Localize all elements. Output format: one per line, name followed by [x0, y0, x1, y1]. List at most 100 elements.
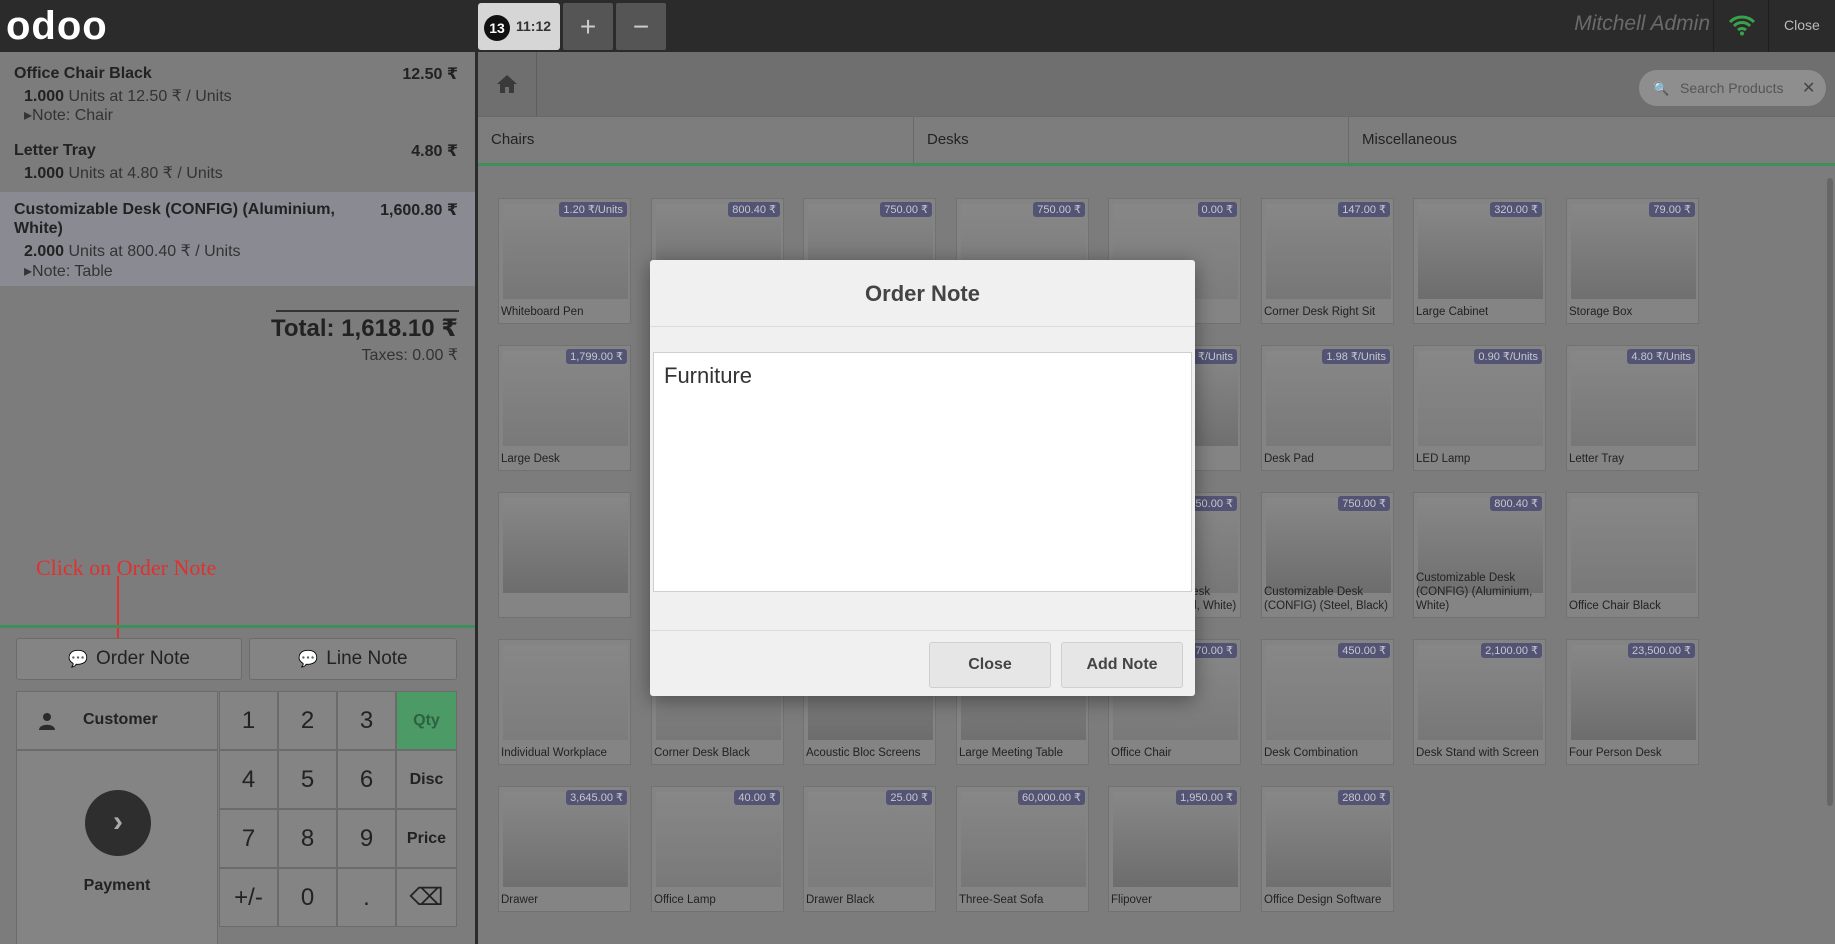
category-desks[interactable]: Desks — [914, 117, 1349, 163]
clear-search-icon[interactable]: ✕ — [1802, 78, 1815, 98]
category-miscellaneous[interactable]: Miscellaneous — [1349, 117, 1835, 163]
product-card[interactable]: 4.80 ₹/Units Letter Tray — [1566, 345, 1699, 471]
line-product-name: Customizable Desk (CONFIG) (Aluminium, W… — [14, 201, 335, 237]
product-card[interactable]: 60,000.00 ₹ Three-Seat Sofa — [956, 786, 1089, 912]
product-card[interactable]: 800.40 ₹ Customizable Desk (CONFIG) (Alum… — [1413, 492, 1546, 618]
add-note-button[interactable]: Add Note — [1061, 642, 1183, 688]
comment-icon: 💬 — [298, 651, 319, 668]
product-image — [961, 792, 1086, 887]
order-pane: Office Chair Black 12.50 ₹ 1.000 Units a… — [0, 52, 475, 944]
close-button[interactable]: Close — [929, 642, 1051, 688]
product-search[interactable]: 🔍 Search Products ✕ — [1639, 70, 1826, 106]
line-note-button[interactable]: 💬 Line Note — [249, 638, 457, 680]
backspace-icon[interactable]: ⌫ — [396, 868, 457, 927]
add-order-button[interactable]: + — [563, 3, 613, 50]
numpad-key-3[interactable]: 3 — [337, 691, 396, 750]
product-price-tag: 1.20 ₹/Units — [559, 202, 627, 217]
product-image — [1266, 351, 1391, 446]
product-card[interactable]: 40.00 ₹ Office Lamp — [651, 786, 784, 912]
product-card[interactable]: 1.20 ₹/Units Whiteboard Pen — [498, 198, 631, 324]
order-line-selected[interactable]: Customizable Desk (CONFIG) (Aluminium, W… — [0, 192, 475, 286]
product-card[interactable]: 79.00 ₹ Storage Box — [1566, 198, 1699, 324]
numpad-key-2[interactable]: 2 — [278, 691, 337, 750]
product-image — [1266, 204, 1391, 299]
product-card[interactable]: 25.00 ₹ Drawer Black — [803, 786, 936, 912]
product-image — [1266, 792, 1391, 887]
user-name[interactable]: Mitchell Admin — [1545, 12, 1710, 36]
product-price-tag: 3,645.00 ₹ — [566, 790, 627, 805]
product-name: Corner Desk Black — [654, 747, 750, 759]
product-price-tag: 40.00 ₹ — [734, 790, 780, 805]
numpad-key-4[interactable]: 4 — [219, 750, 278, 809]
order-total: Total: 1,618.10 ₹ — [271, 315, 458, 342]
payment-button[interactable]: › Payment — [16, 750, 218, 944]
divider — [1713, 0, 1714, 52]
product-name: Desk Stand with Screen — [1416, 747, 1539, 759]
customer-button[interactable]: Customer — [16, 691, 218, 750]
numpad-key-1[interactable]: 1 — [219, 691, 278, 750]
line-price: 4.80 ₹ — [411, 143, 458, 160]
odoo-logo: odoo — [6, 4, 108, 48]
home-category-button[interactable] — [478, 52, 537, 116]
product-price-tag: 1.98 ₹/Units — [1322, 349, 1390, 364]
numpad-key-plus-minus[interactable]: +/- — [219, 868, 278, 927]
annotation-arrow — [117, 576, 119, 638]
product-card[interactable]: Office Chair Black — [1566, 492, 1699, 618]
product-card[interactable]: 3,645.00 ₹ Drawer — [498, 786, 631, 912]
line-quantity-info: 1.000 Units at 12.50 ₹ / Units — [24, 88, 232, 105]
product-card[interactable] — [498, 492, 631, 618]
numpad-key-6[interactable]: 6 — [337, 750, 396, 809]
line-price: 1,600.80 ₹ — [380, 202, 458, 219]
product-price-tag: 25.00 ₹ — [886, 790, 932, 805]
order-ticket-tab[interactable]: 13 11:12 — [478, 3, 560, 50]
mode-price-button[interactable]: Price — [396, 809, 457, 868]
remove-order-button[interactable]: − — [616, 3, 666, 50]
dialog-title: Order Note — [650, 260, 1195, 327]
numpad-key-8[interactable]: 8 — [278, 809, 337, 868]
product-price-tag: 70.00 ₹ — [1191, 643, 1237, 658]
product-card[interactable]: 2,100.00 ₹ Desk Stand with Screen — [1413, 639, 1546, 765]
product-name: Customizable Desk (CONFIG) (Steel, Black… — [1264, 586, 1388, 612]
product-card[interactable]: 147.00 ₹ Corner Desk Right Sit — [1261, 198, 1394, 324]
close-session-button[interactable]: Close — [1784, 17, 1820, 33]
product-image — [1418, 204, 1543, 299]
product-card[interactable]: 280.00 ₹ Office Design Software — [1261, 786, 1394, 912]
product-card[interactable]: 0.90 ₹/Units LED Lamp — [1413, 345, 1546, 471]
product-name: Individual Workplace — [501, 747, 607, 759]
product-name: Flipover — [1111, 894, 1152, 906]
product-card[interactable]: 750.00 ₹ Customizable Desk (CONFIG) (Stee… — [1261, 492, 1394, 618]
product-price-tag: 800.40 ₹ — [728, 202, 780, 217]
product-price-tag: 280.00 ₹ — [1338, 790, 1390, 805]
product-price-tag: 2,100.00 ₹ — [1481, 643, 1542, 658]
product-card[interactable]: 450.00 ₹ Desk Combination — [1261, 639, 1394, 765]
dialog-footer-divider — [650, 630, 1195, 631]
numpad-key-7[interactable]: 7 — [219, 809, 278, 868]
product-image — [1571, 204, 1696, 299]
product-list-scrollbar[interactable] — [1827, 178, 1833, 806]
numpad-key-9[interactable]: 9 — [337, 809, 396, 868]
numpad-key-dot[interactable]: . — [337, 868, 396, 927]
product-price-tag: 320.00 ₹ — [1490, 202, 1542, 217]
product-card[interactable]: 1.98 ₹/Units Desk Pad — [1261, 345, 1394, 471]
category-chairs[interactable]: Chairs — [478, 117, 914, 163]
numpad-key-5[interactable]: 5 — [278, 750, 337, 809]
search-input[interactable]: Search Products — [1680, 80, 1784, 96]
product-card[interactable]: 1,950.00 ₹ Flipover — [1108, 786, 1241, 912]
product-card[interactable]: Individual Workplace — [498, 639, 631, 765]
line-quantity-info: 2.000 Units at 800.40 ₹ / Units — [24, 243, 241, 260]
order-note-input[interactable]: Furniture — [653, 352, 1192, 592]
order-note-button[interactable]: 💬 Order Note — [16, 638, 242, 680]
product-name: Storage Box — [1569, 306, 1633, 318]
product-image — [656, 792, 781, 887]
product-name: Large Desk — [501, 453, 560, 465]
order-line[interactable]: Letter Tray 4.80 ₹ 1.000 Units at 4.80 ₹… — [0, 141, 475, 191]
product-card[interactable]: 1,799.00 ₹ Large Desk — [498, 345, 631, 471]
mode-disc-button[interactable]: Disc — [396, 750, 457, 809]
product-name: Drawer — [501, 894, 539, 906]
product-card[interactable]: 320.00 ₹ Large Cabinet — [1413, 198, 1546, 324]
comment-icon: 💬 — [68, 651, 88, 668]
product-card[interactable]: 23,500.00 ₹ Four Person Desk — [1566, 639, 1699, 765]
mode-qty-button[interactable]: Qty — [396, 691, 457, 750]
order-line[interactable]: Office Chair Black 12.50 ₹ 1.000 Units a… — [0, 64, 475, 134]
numpad-key-0[interactable]: 0 — [278, 868, 337, 927]
